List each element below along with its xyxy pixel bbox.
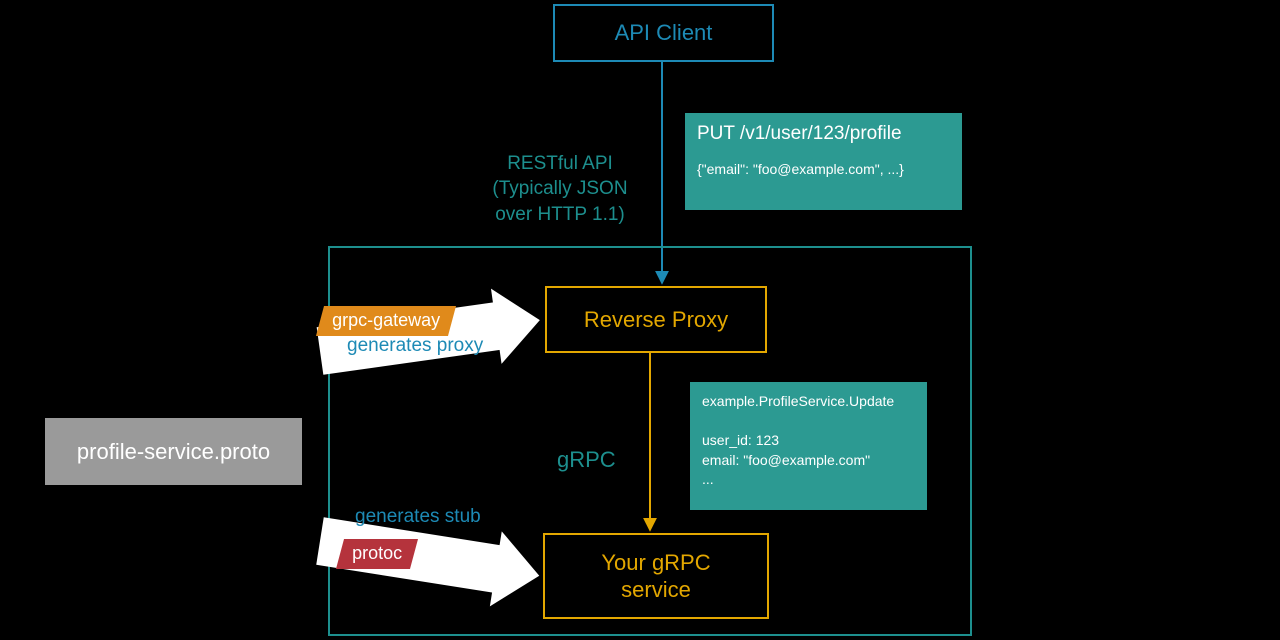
- node-reverse-proxy: Reverse Proxy: [545, 286, 767, 353]
- badge-protoc: protoc: [336, 539, 418, 569]
- grpc-request-box: example.ProfileService.Update user_id: 1…: [690, 382, 927, 510]
- rest-api-label: RESTful API (Typically JSON over HTTP 1.…: [460, 125, 660, 228]
- node-api-client: API Client: [553, 4, 774, 62]
- http-request-box: PUT /v1/user/123/profile {"email": "foo@…: [685, 113, 962, 210]
- node-grpc-service: Your gRPC service: [543, 533, 769, 619]
- diagram-canvas: API Client RESTful API (Typically JSON o…: [0, 0, 1280, 640]
- badge-grpc-gateway-text: grpc-gateway: [332, 310, 440, 331]
- badge-grpc-gateway: grpc-gateway: [316, 306, 456, 336]
- label-generates-proxy: generates proxy: [347, 335, 483, 357]
- rest-api-text: RESTful API (Typically JSON over HTTP 1.…: [492, 153, 627, 225]
- badge-protoc-text: protoc: [352, 543, 402, 564]
- node-api-client-label: API Client: [615, 20, 713, 46]
- http-request-body: {"email": "foo@example.com", ...}: [697, 161, 950, 177]
- grpc-arrow-label: gRPC: [557, 447, 616, 473]
- node-grpc-service-label: Your gRPC service: [601, 549, 710, 604]
- grpc-request-text: example.ProfileService.Update user_id: 1…: [702, 393, 894, 487]
- label-generates-stub: generates stub: [355, 506, 481, 528]
- http-request-method: PUT /v1/user/123/profile: [697, 123, 950, 145]
- node-proto-file-label: profile-service.proto: [77, 439, 270, 465]
- node-proto-file: profile-service.proto: [45, 418, 302, 485]
- node-reverse-proxy-label: Reverse Proxy: [584, 307, 728, 333]
